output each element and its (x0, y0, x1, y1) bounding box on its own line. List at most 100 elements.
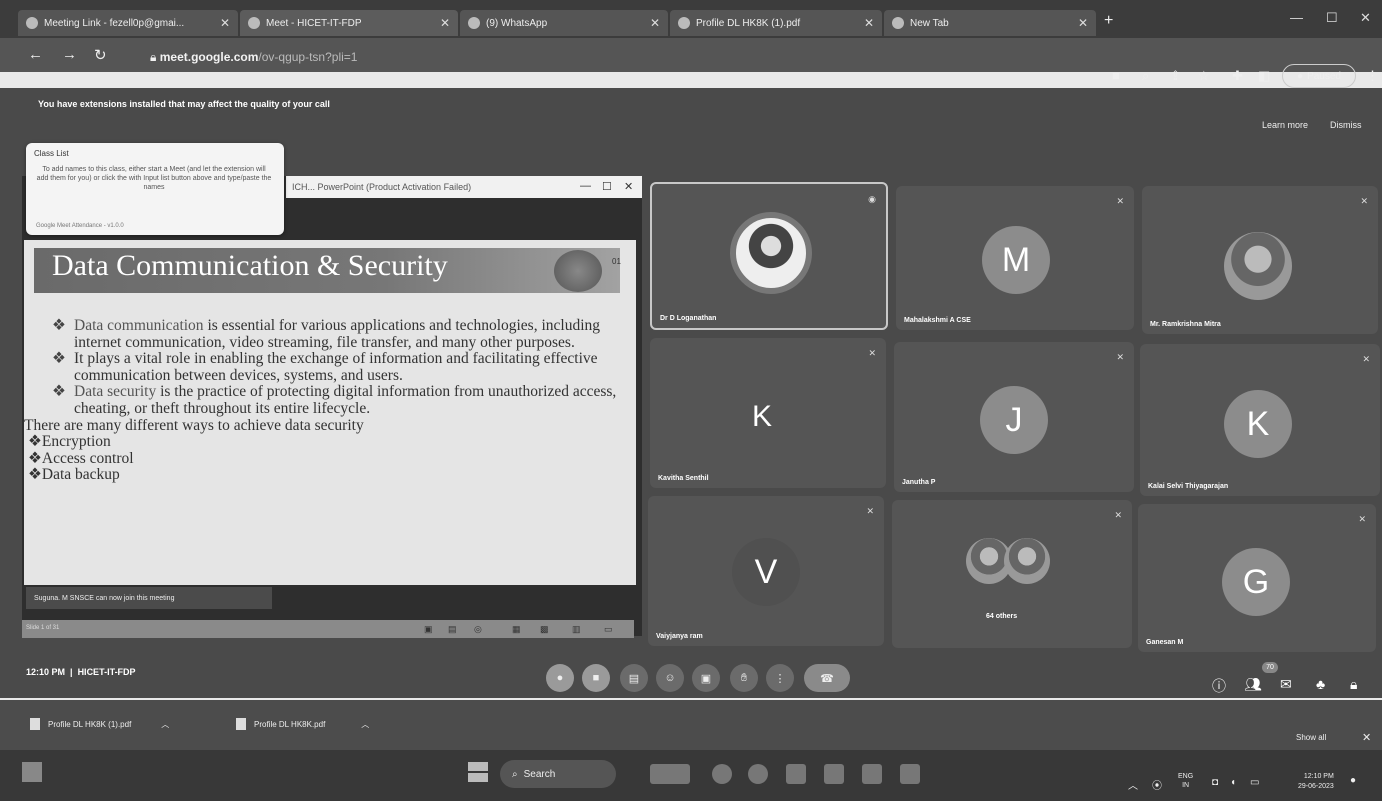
close-icon[interactable]: ✕ (624, 180, 633, 193)
participant-tile[interactable]: K ✕ Kavitha Senthil (650, 338, 886, 488)
show-all-button[interactable]: Show all (1296, 733, 1326, 742)
chevron-up-icon[interactable]: ︿ (161, 719, 169, 730)
sidepanel-icon[interactable]: ◧ (1258, 68, 1270, 84)
avatar (1224, 232, 1292, 300)
window-close-icon[interactable]: ✕ (1360, 10, 1371, 26)
reactions-button[interactable]: ☺ (656, 664, 684, 692)
mic-button[interactable]: ● (546, 664, 574, 692)
participant-tile[interactable]: M ✕ Mahalakshmi A CSE (896, 186, 1134, 330)
host-controls-icon[interactable]: 🔒︎ (1350, 676, 1357, 693)
zoom-icon[interactable]: ⌕ (1142, 68, 1149, 84)
reading-view-icon[interactable]: ▥ (572, 624, 581, 635)
chat-icon[interactable]: ✉︎ (1280, 676, 1292, 693)
more-options-button[interactable]: ⋮ (766, 664, 794, 692)
forward-icon[interactable]: → (62, 46, 77, 63)
learn-more-link[interactable]: Learn more (1262, 120, 1308, 130)
participant-tile[interactable]: G ✕ Ganesan M (1138, 504, 1376, 652)
sub-bullet: ❖Data backup (28, 466, 120, 484)
avatar: J (980, 386, 1048, 454)
close-icon[interactable]: ✕ (864, 16, 874, 30)
extensions-icon[interactable]: ✚ (1232, 68, 1243, 84)
mic-off-icon: ✕ (1114, 510, 1122, 520)
participant-tile[interactable]: V ✕ Vaiyjanya ram (648, 496, 884, 646)
leave-call-button[interactable]: ☎︎ (804, 664, 850, 692)
participant-tile[interactable]: ◉ Dr D Loganathan (650, 182, 888, 330)
close-icon[interactable]: ✕ (1078, 16, 1088, 30)
tab-profile-pdf[interactable]: Profile DL HK8K (1).pdf ✕ (670, 10, 882, 36)
tab-new-tab[interactable]: New Tab ✕ (884, 10, 1096, 36)
taskbar-search[interactable]: ⌕ Search (500, 760, 616, 788)
join-notification: Suguna. M SNSCE can now join this meetin… (26, 587, 272, 609)
slideshow-icon[interactable]: ▭ (604, 624, 613, 635)
store-icon[interactable] (824, 764, 844, 784)
language-indicator[interactable]: ENG IN (1178, 772, 1193, 790)
url-field[interactable]: 🔒︎ meet.google.com/ov-qgup-tsn?pli=1 (150, 50, 357, 65)
tab-meeting-link[interactable]: Meeting Link - fezell0p@gmai... ✕ (18, 10, 238, 36)
chat-app-icon[interactable] (712, 764, 732, 784)
people-icon[interactable]: 👥︎ (1244, 676, 1262, 693)
chevron-up-icon[interactable]: ︿ (1128, 777, 1138, 792)
close-icon[interactable]: ✕ (650, 16, 660, 30)
class-list-dropdown[interactable]: Class List (34, 149, 69, 158)
close-icon[interactable]: ✕ (220, 16, 230, 30)
emoji-icon: ☺ (664, 672, 676, 684)
back-icon[interactable]: ← (28, 46, 43, 63)
close-icon[interactable]: ✕ (1362, 731, 1371, 744)
present-button[interactable]: ▣ (692, 664, 720, 692)
download-item[interactable]: Profile DL HK8K (1).pdf ︿ (30, 718, 169, 730)
display-icon[interactable]: ◎ (474, 624, 482, 635)
chevron-up-icon[interactable]: ︿ (361, 719, 369, 730)
bookmark-star-icon[interactable]: ☆ (1198, 68, 1210, 84)
file-explorer-icon[interactable] (786, 764, 806, 784)
normal-view-icon[interactable]: ▦ (512, 624, 521, 635)
maximize-icon[interactable]: ☐ (602, 180, 612, 193)
download-item[interactable]: Profile DL HK8K.pdf ︿ (236, 718, 369, 730)
photos-icon[interactable] (862, 764, 882, 784)
close-icon[interactable]: ✕ (440, 16, 450, 30)
chrome-icon[interactable] (748, 764, 768, 784)
weather-widget-icon[interactable] (650, 764, 690, 784)
taskbar-clock[interactable]: 12:10 PM 29-06-2023 (1298, 772, 1334, 792)
sub-bullet: ❖Access control (28, 449, 134, 467)
minimize-icon[interactable]: — (1290, 10, 1303, 25)
windows-start-icon[interactable] (468, 762, 488, 782)
comments-icon[interactable]: ▤ (448, 624, 457, 635)
avatar (1004, 538, 1050, 584)
participant-tile[interactable]: K ✕ Kalai Selvi Thiyagarajan (1140, 344, 1380, 496)
new-tab-icon[interactable]: + (1104, 12, 1113, 30)
camera-icon[interactable]: ■ (1112, 68, 1120, 83)
powerpoint-icon[interactable] (900, 764, 920, 784)
dismiss-button[interactable]: Dismiss (1330, 120, 1362, 130)
menu-icon[interactable]: ⋮ (1366, 68, 1379, 84)
pdf-file-icon (236, 718, 246, 730)
battery-icon[interactable]: ▭ (1250, 777, 1259, 788)
reload-icon[interactable]: ↻ (94, 46, 107, 64)
minimize-icon[interactable]: — (580, 180, 591, 192)
wifi-icon[interactable]: ◘ (1212, 777, 1218, 788)
raise-hand-button[interactable]: ✋︎ (730, 664, 758, 692)
tab-whatsapp[interactable]: (9) WhatsApp ✕ (460, 10, 668, 36)
profile-paused-button[interactable]: ● Paused (1282, 64, 1356, 88)
class-list-popup: Class List To add names to this class, e… (26, 143, 284, 235)
location-icon: ⦿ (1152, 781, 1162, 792)
avatar: ● (1297, 70, 1304, 82)
activities-icon[interactable]: ♣︎ (1316, 676, 1325, 692)
bullet-3: ❖ Data security is the practice of protec… (52, 383, 617, 417)
info-icon[interactable]: ⓘ (1212, 676, 1226, 696)
participant-tile[interactable]: J ✕ Janutha P (894, 342, 1134, 492)
others-tile[interactable]: ✕ 64 others (892, 500, 1132, 648)
notes-icon[interactable]: ▣ (424, 624, 433, 635)
volume-icon[interactable]: ◖ (1230, 777, 1236, 788)
share-icon[interactable]: ⇪ (1170, 68, 1181, 84)
mic-icon: ● (556, 672, 564, 684)
tab-meet[interactable]: Meet - HICET-IT-FDP ✕ (240, 10, 458, 36)
participant-tile[interactable]: ✕ Mr. Ramkrishna Mitra (1142, 186, 1378, 334)
downloads-bar (0, 700, 1382, 750)
captions-button[interactable]: ▤ (620, 664, 648, 692)
slide-sorter-icon[interactable]: ▩ (540, 624, 549, 635)
widgets-icon[interactable] (22, 762, 42, 782)
notification-icon[interactable]: ● (1350, 775, 1356, 786)
maximize-icon[interactable]: ☐ (1326, 10, 1338, 26)
slide-number: 01 (612, 257, 621, 266)
camera-button[interactable]: ■ (582, 664, 610, 692)
